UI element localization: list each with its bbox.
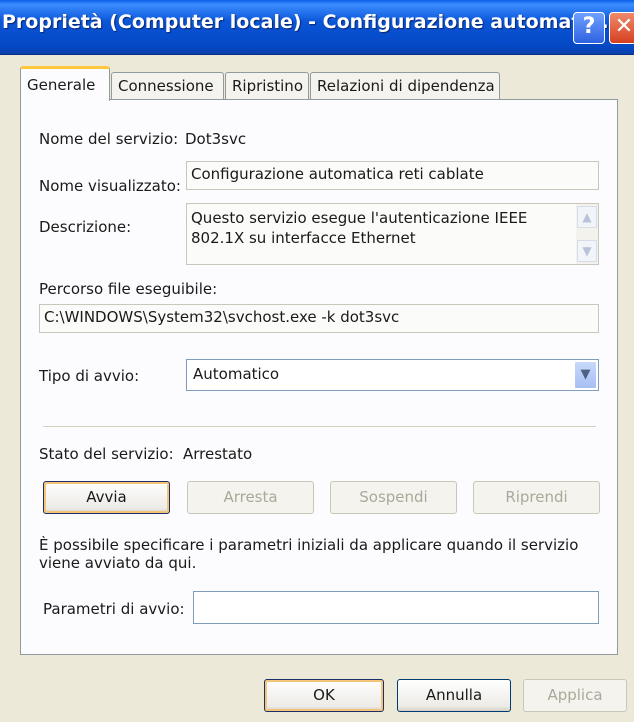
scroll-up-arrow-icon[interactable]: ▲ xyxy=(577,206,597,228)
display-name-label: Nome visualizzato: xyxy=(39,177,181,195)
service-name-value: Dot3svc xyxy=(185,130,247,148)
window-title: Proprietà (Computer locale) - Configuraz… xyxy=(2,11,609,33)
start-params-info-text: È possibile specificare i parametri iniz… xyxy=(39,536,579,572)
separator xyxy=(43,426,596,428)
service-status-value: Arrestato xyxy=(183,445,253,463)
exec-path-field[interactable]: C:\WINDOWS\System32\svchost.exe -k dot3s… xyxy=(39,304,599,333)
pause-service-button[interactable]: Sospendi xyxy=(330,481,457,514)
display-name-field[interactable]: Configurazione automatica reti cablate xyxy=(186,161,599,190)
title-bar[interactable]: Proprietà (Computer locale) - Configuraz… xyxy=(0,0,634,55)
close-icon: ✕ xyxy=(614,14,634,39)
description-field[interactable]: Questo servizio esegue l'autenticazione … xyxy=(186,203,599,265)
tab-generale[interactable]: Generale xyxy=(20,66,110,101)
tab-connessione[interactable]: Connessione xyxy=(111,72,224,100)
help-icon: ? xyxy=(582,14,596,39)
service-status-label: Stato del servizio: xyxy=(39,445,174,463)
tab-relazioni-dipendenza[interactable]: Relazioni di dipendenza xyxy=(310,72,500,100)
description-text: Questo servizio esegue l'autenticazione … xyxy=(191,209,528,247)
cancel-button[interactable]: Annulla xyxy=(397,679,511,712)
startup-type-label: Tipo di avvio: xyxy=(39,367,140,385)
startup-type-dropdown[interactable]: Automatico ▼ xyxy=(186,359,599,391)
resume-service-button[interactable]: Riprendi xyxy=(473,481,600,514)
help-button[interactable]: ? xyxy=(573,12,605,44)
tab-panel-generale: Nome del servizio: Dot3svc Nome visualiz… xyxy=(20,99,618,655)
ok-button[interactable]: OK xyxy=(264,679,384,712)
tab-ripristino[interactable]: Ripristino xyxy=(225,72,309,100)
apply-button[interactable]: Applica xyxy=(523,679,627,712)
exec-path-label: Percorso file eseguibile: xyxy=(39,280,218,298)
chevron-down-icon[interactable]: ▼ xyxy=(574,361,597,389)
start-params-input[interactable] xyxy=(193,591,599,624)
scroll-down-arrow-icon[interactable]: ▼ xyxy=(577,240,597,262)
description-scrollbar[interactable]: ▲ ▼ xyxy=(576,204,598,264)
start-params-label: Parametri di avvio: xyxy=(43,600,185,618)
service-name-label: Nome del servizio: xyxy=(39,130,179,148)
stop-service-button[interactable]: Arresta xyxy=(187,481,314,514)
start-service-button[interactable]: Avvia xyxy=(43,481,170,514)
description-label: Descrizione: xyxy=(39,218,132,236)
startup-type-value: Automatico xyxy=(193,365,280,383)
close-button[interactable]: ✕ xyxy=(609,12,634,44)
